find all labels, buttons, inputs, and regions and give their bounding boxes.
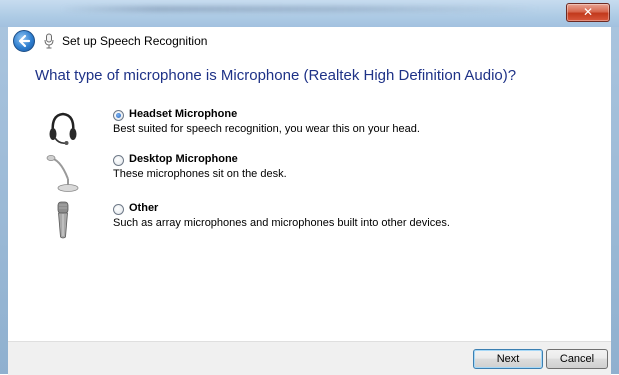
headset-radio[interactable] bbox=[113, 110, 124, 121]
option-title: Headset Microphone bbox=[129, 108, 238, 120]
headset-icon bbox=[49, 112, 77, 145]
close-button[interactable]: ✕ bbox=[566, 3, 610, 22]
handheld-microphone-icon bbox=[57, 201, 69, 239]
option-description: Such as array microphones and microphone… bbox=[113, 217, 450, 229]
page-heading: What type of microphone is Microphone (R… bbox=[35, 67, 517, 84]
wizard-header: Set up Speech Recognition bbox=[8, 27, 611, 55]
back-button[interactable] bbox=[13, 30, 35, 52]
option-title: Desktop Microphone bbox=[129, 153, 238, 165]
option-headset[interactable]: Headset Microphone Best suited for speec… bbox=[8, 107, 611, 153]
cancel-button[interactable]: Cancel bbox=[546, 349, 608, 369]
option-description: These microphones sit on the desk. bbox=[113, 168, 287, 180]
other-radio[interactable] bbox=[113, 204, 124, 215]
window-title: Set up Speech Recognition bbox=[62, 34, 208, 48]
window-border-right bbox=[611, 27, 619, 374]
blurred-background-text bbox=[60, 6, 540, 12]
desktop-microphone-icon bbox=[46, 155, 79, 192]
wizard-footer: Next Cancel bbox=[8, 341, 611, 375]
option-title: Other bbox=[129, 202, 159, 214]
title-bar[interactable]: ✕ bbox=[0, 0, 619, 27]
window-border-left bbox=[0, 27, 8, 374]
back-arrow-icon bbox=[18, 34, 31, 48]
option-desktop[interactable]: Desktop Microphone These microphones sit… bbox=[8, 152, 611, 198]
microphone-icon bbox=[44, 33, 54, 49]
desktop-radio[interactable] bbox=[113, 155, 124, 166]
next-button[interactable]: Next bbox=[473, 349, 543, 369]
wizard-content: What type of microphone is Microphone (R… bbox=[8, 55, 611, 341]
option-other[interactable]: Other Such as array microphones and micr… bbox=[8, 201, 611, 247]
option-description: Best suited for speech recognition, you … bbox=[113, 123, 420, 135]
